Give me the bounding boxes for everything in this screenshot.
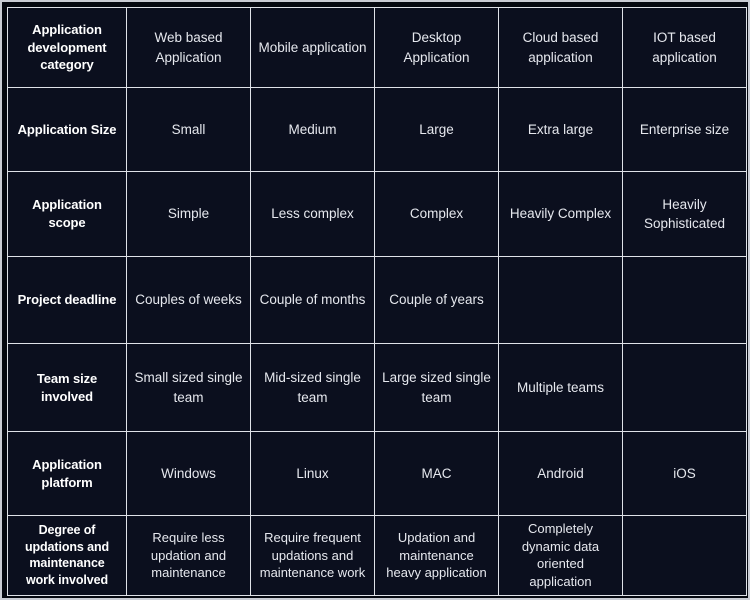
cell-platform-web: Windows — [126, 431, 251, 516]
cell-category-iot: IOT based application — [622, 7, 747, 88]
table-row: Application development category Web bas… — [7, 7, 747, 88]
cell-scope-cloud: Heavily Complex — [498, 171, 623, 257]
cell-team-web: Small sized single team — [126, 343, 251, 432]
cell-team-desktop: Large sized single team — [374, 343, 499, 432]
cell-category-mobile: Mobile application — [250, 7, 375, 88]
table-row: Application platform Windows Linux MAC A… — [7, 431, 747, 516]
table-row: Team size involved Small sized single te… — [7, 343, 747, 432]
cell-size-cloud: Extra large — [498, 87, 623, 172]
cell-degree-mobile: Require frequent updations and maintenan… — [250, 515, 375, 596]
comparison-table-container: Application development category Web bas… — [7, 7, 747, 596]
row-label-application-platform: Application platform — [7, 431, 127, 516]
row-label-application-development-category: Application development category — [7, 7, 127, 88]
cell-deadline-desktop: Couple of years — [374, 256, 499, 344]
cell-scope-iot: Heavily Sophisticated — [622, 171, 747, 257]
table-body: Application development category Web bas… — [7, 7, 747, 596]
cell-size-mobile: Medium — [250, 87, 375, 172]
cell-category-desktop: Desktop Application — [374, 7, 499, 88]
cell-category-web: Web based Application — [126, 7, 251, 88]
cell-scope-web: Simple — [126, 171, 251, 257]
row-label-degree-of-updations: Degree of updations and maintenance work… — [7, 515, 127, 596]
page-frame: Application development category Web bas… — [0, 0, 750, 600]
table-row: Project deadline Couples of weeks Couple… — [7, 256, 747, 344]
row-label-team-size-involved: Team size involved — [7, 343, 127, 432]
table-row: Application Size Small Medium Large Extr… — [7, 87, 747, 172]
cell-size-desktop: Large — [374, 87, 499, 172]
comparison-table: Application development category Web bas… — [7, 7, 747, 596]
cell-deadline-mobile: Couple of months — [250, 256, 375, 344]
cell-degree-web: Require less updation and maintenance — [126, 515, 251, 596]
cell-team-mobile: Mid-sized single team — [250, 343, 375, 432]
cell-platform-iot: iOS — [622, 431, 747, 516]
table-row: Application scope Simple Less complex Co… — [7, 171, 747, 257]
cell-platform-desktop: MAC — [374, 431, 499, 516]
cell-scope-desktop: Complex — [374, 171, 499, 257]
cell-degree-desktop: Updation and maintenance heavy applicati… — [374, 515, 499, 596]
cell-platform-cloud: Android — [498, 431, 623, 516]
cell-size-iot: Enterprise size — [622, 87, 747, 172]
cell-team-iot — [622, 343, 747, 432]
cell-scope-mobile: Less complex — [250, 171, 375, 257]
cell-deadline-iot — [622, 256, 747, 344]
table-row: Degree of updations and maintenance work… — [7, 515, 747, 596]
cell-size-web: Small — [126, 87, 251, 172]
cell-platform-mobile: Linux — [250, 431, 375, 516]
cell-degree-iot — [622, 515, 747, 596]
row-label-application-size: Application Size — [7, 87, 127, 172]
cell-deadline-web: Couples of weeks — [126, 256, 251, 344]
row-label-project-deadline: Project deadline — [7, 256, 127, 344]
cell-team-cloud: Multiple teams — [498, 343, 623, 432]
cell-category-cloud: Cloud based application — [498, 7, 623, 88]
row-label-application-scope: Application scope — [7, 171, 127, 257]
cell-degree-cloud: Completely dynamic data oriented applica… — [498, 515, 623, 596]
cell-deadline-cloud — [498, 256, 623, 344]
